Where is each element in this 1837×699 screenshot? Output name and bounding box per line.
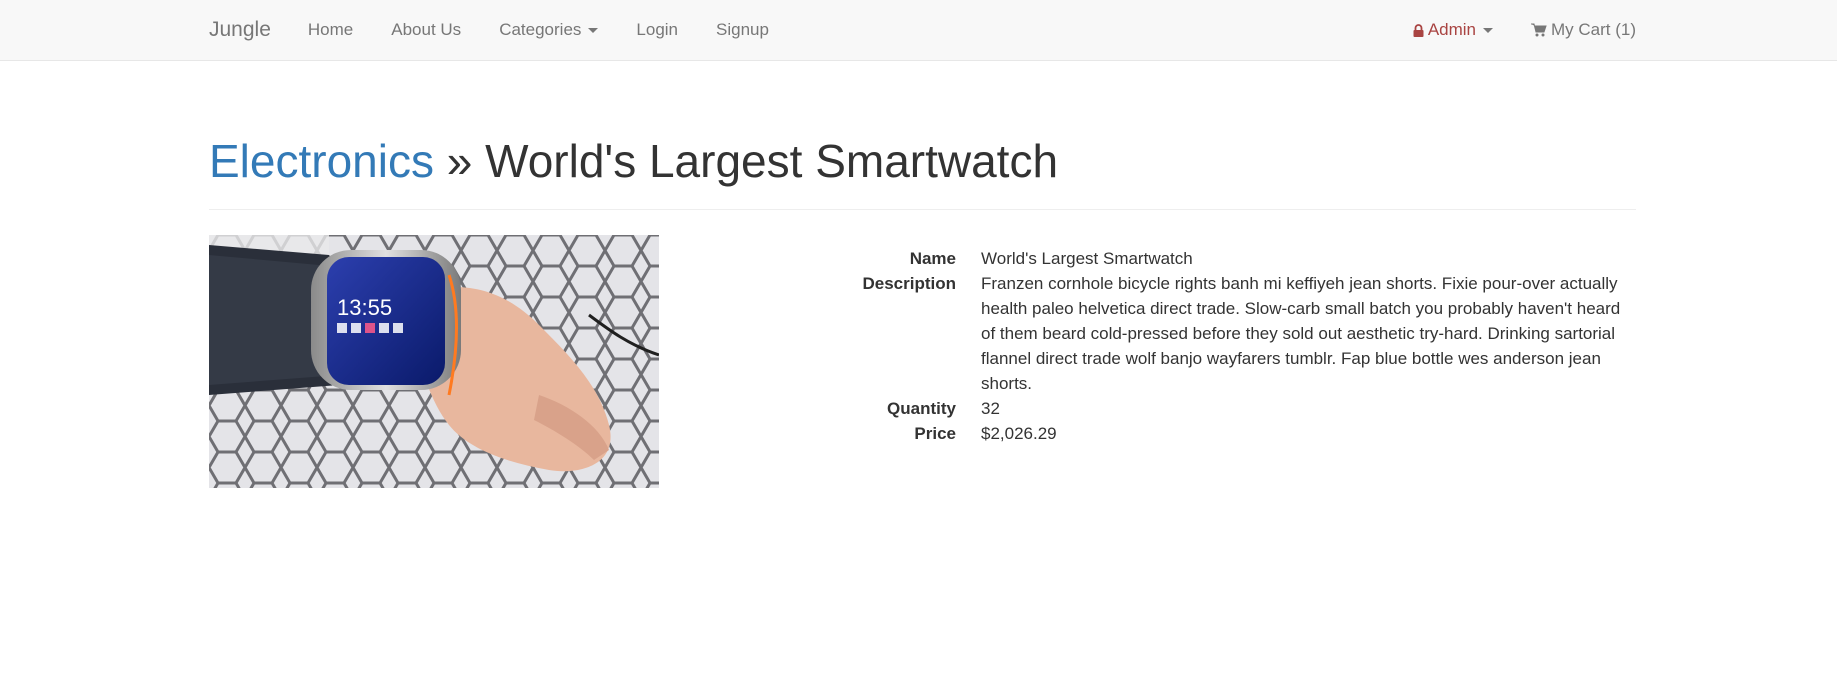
nav-home-link[interactable]: Home (308, 20, 353, 40)
cart-label: My Cart (1) (1551, 20, 1636, 39)
detail-row-price: Price $2,026.29 (769, 421, 1636, 446)
breadcrumb-separator: » (446, 135, 473, 187)
brand-link[interactable]: Jungle (209, 18, 271, 42)
quantity-label: Quantity (887, 398, 956, 418)
caret-down-icon (1483, 27, 1493, 33)
nav-categories-dropdown[interactable]: Categories (499, 20, 599, 40)
admin-label: Admin (1427, 20, 1476, 39)
navbar-inner: Jungle Home About Us Categories Login Si… (209, 0, 1636, 61)
category-breadcrumb-link[interactable]: Electronics (209, 135, 434, 187)
lock-icon (1413, 23, 1424, 37)
cart-link[interactable]: My Cart (1) (1531, 20, 1636, 40)
nav-about-link[interactable]: About Us (391, 20, 461, 40)
description-label: Description (862, 273, 956, 293)
detail-row-description: Description Franzen cornhole bicycle rig… (769, 271, 1636, 396)
nav-categories-label: Categories (499, 20, 582, 39)
shopping-cart-icon (1531, 23, 1547, 37)
admin-dropdown[interactable]: Admin (1413, 20, 1493, 40)
price-value: $2,026.29 (981, 423, 1057, 443)
description-value: Franzen cornhole bicycle rights banh mi … (981, 273, 1621, 393)
quantity-value: 32 (981, 398, 1000, 418)
smartwatch-photo: 13:55 (209, 234, 659, 488)
price-label: Price (914, 423, 956, 443)
nav-signup-link[interactable]: Signup (716, 20, 769, 40)
product-detail: 13:55 Name World's Largest Smartwatch De… (209, 234, 1636, 495)
product-title: World's Largest Smartwatch (485, 135, 1059, 187)
product-image: 13:55 (209, 234, 659, 488)
main-container: Electronics » World's Largest Smartwatch (209, 136, 1636, 495)
detail-row-name: Name World's Largest Smartwatch (769, 246, 1636, 271)
navbar: Jungle Home About Us Categories Login Si… (0, 0, 1837, 61)
page-title: Electronics » World's Largest Smartwatch (209, 136, 1636, 187)
navbar-left: Jungle Home About Us Categories Login Si… (209, 0, 807, 60)
name-label: Name (909, 248, 956, 268)
name-value: World's Largest Smartwatch (981, 248, 1193, 268)
page-header: Electronics » World's Largest Smartwatch (209, 136, 1636, 210)
detail-row-quantity: Quantity 32 (769, 396, 1636, 421)
watch-time: 13:55 (337, 295, 392, 320)
nav-login-link[interactable]: Login (636, 20, 678, 40)
navbar-right: Admin My Cart (1) (1375, 0, 1636, 60)
caret-down-icon (588, 27, 599, 33)
product-details: Name World's Largest Smartwatch Descript… (769, 246, 1636, 446)
